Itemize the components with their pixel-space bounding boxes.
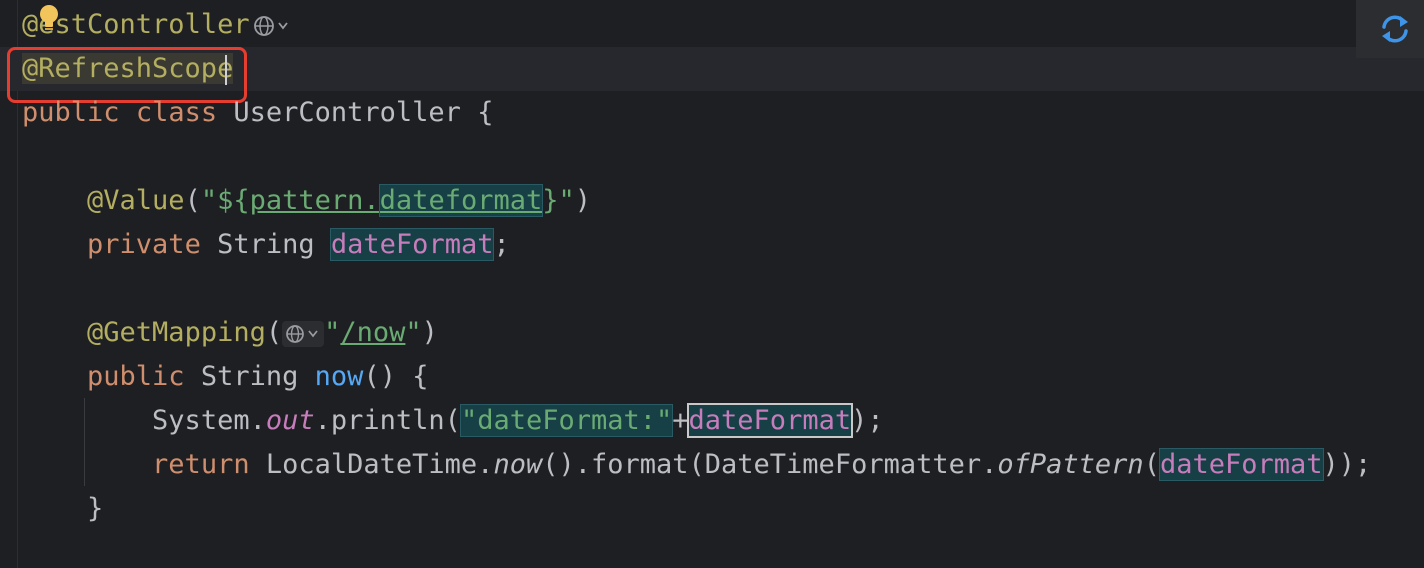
keyword-private: private — [87, 229, 201, 260]
lightbulb-icon[interactable] — [38, 4, 60, 32]
code-line-8: @GetMapping( "/now") — [22, 311, 438, 355]
refresh-icon[interactable] — [1378, 12, 1412, 46]
field-out: out — [265, 405, 315, 436]
type-string: String — [217, 229, 315, 260]
string-part: }" — [542, 185, 575, 216]
keyword-class: class — [135, 97, 218, 128]
code-line-1: @estController — [22, 3, 292, 47]
statement-end: ); — [851, 405, 884, 436]
format-call: ().format(DateTimeFormatter. — [542, 449, 998, 480]
property-key[interactable]: dateformat — [378, 184, 544, 217]
plus-operator: + — [672, 405, 689, 436]
println-call: .println( — [314, 405, 461, 436]
static-method-ofpattern: ofPattern — [997, 449, 1144, 480]
method-now[interactable]: now — [315, 361, 364, 392]
code-line-11: return LocalDateTime.now().format(DateTi… — [22, 443, 1371, 487]
property-prefix[interactable]: pattern. — [250, 185, 380, 216]
paren: ( — [265, 317, 283, 348]
mapping-path-link[interactable]: /now — [340, 317, 405, 348]
code-editor[interactable]: @estController @RefreshScope public clas… — [0, 0, 1424, 568]
string-quote: " — [405, 317, 422, 348]
system-class: System. — [152, 405, 266, 436]
annotation-at: @ — [22, 9, 39, 40]
keyword-return: return — [152, 449, 250, 480]
code-line-3: public class UserController { — [22, 91, 493, 135]
field-dateformat[interactable]: dateFormat — [329, 228, 495, 261]
localdatetime-class: LocalDateTime. — [265, 449, 494, 480]
method-signature-rest: () { — [363, 361, 429, 392]
code-line-6: private String dateFormat; — [22, 223, 510, 267]
brace-open: { — [477, 97, 494, 128]
type-string: String — [200, 361, 299, 392]
paren: ( — [1143, 449, 1160, 480]
annotation-value: @Value — [87, 185, 185, 216]
paren: ) — [421, 317, 438, 348]
paren: ) — [574, 185, 592, 216]
keyword-public: public — [22, 97, 120, 128]
string-part: "${ — [200, 185, 250, 216]
annotation-restcontroller: estController — [38, 9, 250, 40]
semicolon: ; — [493, 229, 510, 260]
field-dateformat-usage[interactable]: dateFormat — [686, 403, 854, 438]
code-line-10: System.out.println("dateFormat:"+dateFor… — [22, 399, 884, 443]
keyword-public: public — [87, 361, 185, 392]
code-line-5: @Value("${pattern.dateformat}") — [22, 179, 591, 223]
statement-end: )); — [1322, 449, 1372, 480]
code-line-12: } — [22, 487, 103, 531]
paren: ( — [184, 185, 201, 216]
string-quote: " — [324, 317, 341, 348]
string-dateformat-label: "dateFormat:" — [459, 404, 674, 437]
annotation-getmapping: @GetMapping — [87, 317, 266, 348]
globe-icon[interactable] — [252, 13, 292, 39]
code-line-9: public String now() { — [22, 355, 428, 399]
brace-close: } — [87, 493, 104, 524]
class-name: UserController — [233, 97, 461, 128]
field-dateformat-usage[interactable]: dateFormat — [1158, 448, 1324, 481]
globe-icon[interactable] — [282, 320, 325, 347]
static-method-now: now — [493, 449, 543, 480]
